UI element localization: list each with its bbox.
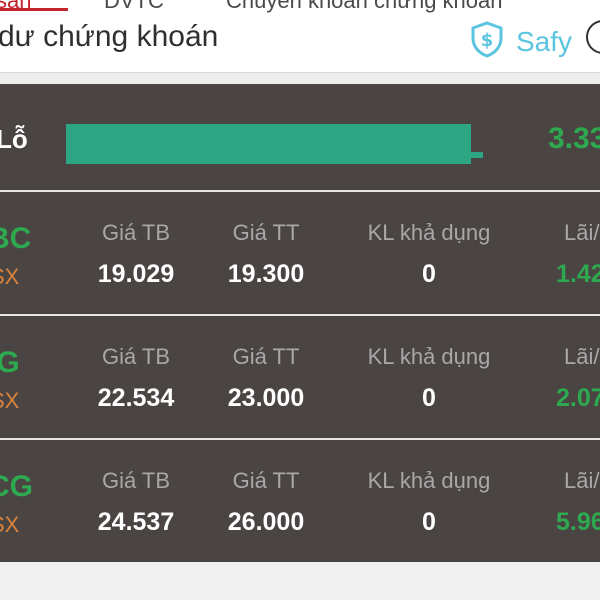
avg-price-value: 19.029	[97, 260, 175, 288]
profit-label: Lãi/	[564, 344, 600, 369]
safy-button[interactable]: $ Safy	[468, 20, 572, 63]
market-price-value: 26.000	[227, 508, 305, 536]
available-qty-label: KL khả dụng	[367, 344, 491, 369]
avg-price-label: Giá TB	[101, 468, 171, 493]
exchange-code: SX	[0, 512, 20, 537]
available-qty-value: 0	[422, 508, 436, 536]
holding-row[interactable]: IG SX Giá TB 22.534 Giá TT 23.000 KL khả…	[0, 316, 600, 440]
holding-row[interactable]: BC SX Giá TB 19.029 Giá TT 19.300 KL khả…	[0, 192, 600, 316]
profit-label: Lãi/	[564, 468, 600, 493]
page-title: dư chứng khoán	[0, 20, 219, 53]
safy-label: Safy	[516, 25, 573, 57]
app-header: sản DVTC Chuyển khoản chứng khoán dư chứ…	[0, 0, 600, 73]
profit-value: 2.07	[556, 384, 600, 412]
avg-price-label: Giá TB	[101, 220, 171, 245]
ticker-symbol: CG	[0, 470, 33, 503]
menu-circle-icon[interactable]	[586, 20, 600, 54]
svg-text:$: $	[481, 30, 494, 51]
tab-assets[interactable]: sản	[0, 0, 31, 14]
profit-value: 1.42	[556, 260, 600, 288]
active-tab-indicator	[0, 8, 68, 11]
portfolio-panel: Lỗ 3.33 BC SX Giá TB 19.029 Giá TT 19.30…	[0, 84, 600, 562]
market-price-label: Giá TT	[232, 344, 300, 369]
ticker-symbol: IG	[0, 346, 20, 379]
available-qty-label: KL khả dụng	[367, 220, 491, 245]
profit-label: Lãi/	[564, 220, 600, 245]
summary-bar-tail	[471, 152, 483, 158]
avg-price-label: Giá TB	[101, 344, 171, 369]
holding-row[interactable]: CG SX Giá TB 24.537 Giá TT 26.000 KL khả…	[0, 440, 600, 564]
exchange-code: SX	[0, 388, 20, 413]
tab-bar: sản DVTC Chuyển khoản chứng khoán	[0, 0, 600, 14]
avg-price-value: 22.534	[97, 384, 175, 412]
available-qty-label: KL khả dụng	[367, 468, 491, 493]
exchange-code: SX	[0, 264, 20, 289]
ticker-symbol: BC	[0, 222, 32, 255]
market-price-value: 23.000	[227, 384, 305, 412]
shield-dollar-icon: $	[468, 20, 506, 63]
summary-bar-fill	[66, 124, 471, 164]
profit-value: 5.96	[556, 508, 600, 536]
summary-value: 3.33	[548, 122, 600, 155]
bottom-area	[0, 562, 600, 600]
available-qty-value: 0	[422, 384, 436, 412]
market-price-label: Giá TT	[232, 468, 300, 493]
summary-bar	[66, 124, 496, 164]
summary-label: Lỗ	[0, 124, 28, 154]
market-price-label: Giá TT	[232, 220, 300, 245]
tab-dvtc[interactable]: DVTC	[104, 0, 164, 14]
available-qty-value: 0	[422, 260, 436, 288]
avg-price-value: 24.537	[97, 508, 175, 536]
summary-row: Lỗ 3.33	[0, 84, 600, 192]
market-price-value: 19.300	[227, 260, 305, 288]
tab-stock-transfer[interactable]: Chuyển khoản chứng khoán	[226, 0, 502, 14]
